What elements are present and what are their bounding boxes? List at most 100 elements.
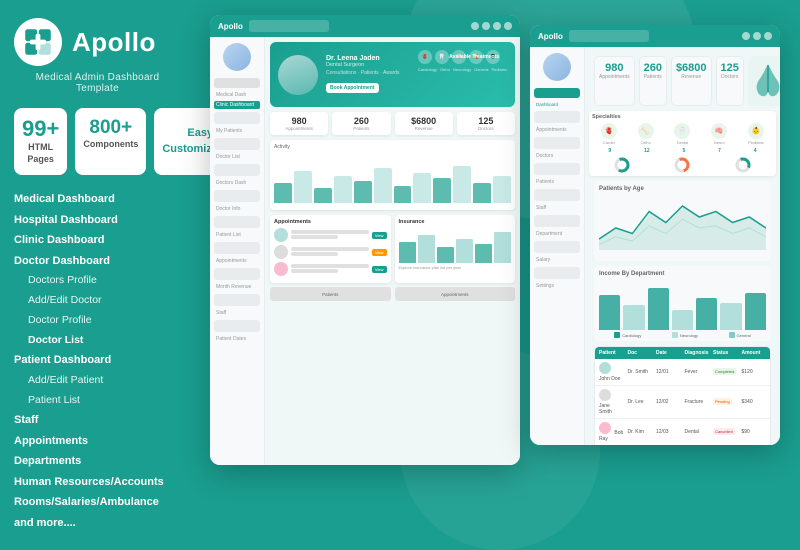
sec-nav-1[interactable] [534,88,580,98]
apt-lines-3 [291,264,369,274]
mini-search-bar[interactable] [249,20,329,32]
cell-doc-3: Dr. Kim [628,429,653,435]
cell-diag-2: Fracture [685,399,710,405]
nav-item-appointments[interactable]: Appointments [14,431,181,452]
header-icon-3 [493,22,501,30]
spec-dental-label: Dental [674,140,690,145]
sec-nav-7[interactable] [534,241,580,253]
apt-btn-1[interactable]: View [372,232,387,239]
sec-stat-2-lbl: Patients [644,74,662,80]
nav-item-add-patient[interactable]: Add/Edit Patient [14,371,181,391]
mini-header-icons [471,22,512,30]
legend-1: Cardiology [614,332,641,338]
mini-nav-text-9: Staff [214,309,260,317]
bar-9 [433,178,451,203]
nav-item-patient-list[interactable]: Patient List [14,391,181,411]
insurance-title: Insurance [399,219,512,225]
stats-row: 99+ HTML Pages 800+ Components Easy Cust… [14,108,181,175]
mini-body: Medical Dash Clinic Dashboard My Patient… [210,37,520,465]
sec-stat-4-lbl: Doctors [721,74,739,80]
stat-patients-num: 260 [335,116,387,126]
apt-btn-2[interactable]: View [372,249,387,256]
mini-nav-2[interactable] [214,112,260,124]
nav-item-doctor-profile[interactable]: Doctor Profile [14,311,181,331]
sec-nav-2[interactable] [534,111,580,123]
nav-item-hr[interactable]: Human Resources/Accounts [14,472,181,493]
mini-nav-1[interactable] [214,78,260,88]
secondary-stats: 980 Appointments 260 Patients $6800 Reve… [589,51,776,111]
spec-cardiology-label: Cardio [601,140,617,145]
book-appointment-btn[interactable]: Book Appointment [326,83,379,93]
nav-item-doctors-profile[interactable]: Doctors Profile [14,271,181,291]
mini-nav-7[interactable] [214,242,260,254]
mini-nav-8[interactable] [214,268,260,280]
secondary-search[interactable] [569,30,649,42]
patients-pagination[interactable]: Patients [270,287,391,301]
mini-nav-4[interactable] [214,164,260,176]
spec-num-5: 4 [754,148,757,154]
logo-area: Apollo [14,18,181,66]
sec-stat-3-lbl: Revenue [676,74,707,80]
spec-numbers: 9 12 5 7 4 [592,148,773,154]
ins-bar-1 [399,242,416,263]
age-chart-title: Patients by Age [599,186,766,192]
legend-label-3: General [737,333,751,338]
nav-item-patient-dash[interactable]: Patient Dashboard [14,350,181,371]
components-stat: 800+ Components [75,108,146,175]
mini-nav-text-3: Doctor List [214,153,260,161]
nav-item-clinic[interactable]: Clinic Dashboard [14,230,181,251]
apt-btn-3[interactable]: View [372,266,387,273]
mini-user-avatar [223,43,251,71]
nav-item-doctor-list[interactable]: Doctor List [14,331,181,351]
bar-11 [473,183,491,203]
sec-nav-3[interactable] [534,137,580,149]
nav-item-staff[interactable]: Staff [14,410,181,431]
spec-neuro-label: Neuro [711,140,727,145]
mini-nav-9[interactable] [214,294,260,306]
sec-nav-text-8: Settings [534,282,580,290]
sec-nav-text-5: Staff [534,204,580,212]
table-row-1: John Doe Dr. Smith 12/01 Fever Completed… [595,359,770,386]
sec-nav-4[interactable] [534,163,580,175]
insurance-note: Explore insurance plan list per year [399,265,512,270]
bar-chart [274,153,511,203]
sec-stat-2: 260 Patients [639,56,667,106]
bottom-row: Appointments View [270,215,515,283]
legend-label-2: Neurology [680,333,698,338]
nav-item-add-doctor[interactable]: Add/Edit Doctor [14,291,181,311]
nav-item-departments[interactable]: Departments [14,451,181,472]
inc-bar-7 [745,293,766,331]
nav-item-more[interactable]: and more.... [14,513,181,534]
secondary-avatar [543,53,571,81]
mini-nav-6[interactable] [214,216,260,228]
income-bars [599,280,766,330]
sec-icon-1 [742,32,750,40]
col-diagnosis: Diagnosis [685,350,710,356]
inc-bar-4 [672,310,693,330]
mini-main-content: Dr. Leena Jaden Dental Surgeon Consultat… [265,37,520,465]
apt-line-3a [291,264,369,268]
nav-item-medical[interactable]: Medical Dashboard [14,189,181,210]
spec-cardiology: 🫀 Cardio [601,123,617,145]
nav-item-rooms[interactable]: Rooms/Salaries/Ambulance [14,492,181,513]
mini-nav-active[interactable]: Clinic Dashboard [214,101,260,109]
nav-item-doctor-dash[interactable]: Doctor Dashboard [14,251,181,272]
sec-nav-8[interactable] [534,267,580,279]
treatment-label-4: General [474,67,488,72]
left-section: Apollo Medical Admin Dashboard Template … [0,0,195,500]
appointments-pagination[interactable]: Appointments [395,287,516,301]
spec-cardiology-icon: 🫀 [601,123,617,139]
sec-stat-3-num: $6800 [676,62,707,74]
sec-nav-6[interactable] [534,215,580,227]
apt-item-1: View [274,228,387,242]
apt-item-3: View [274,262,387,276]
age-line-svg [599,195,766,250]
spec-num-1: 9 [608,148,611,154]
mini-nav-10[interactable] [214,320,260,332]
mini-nav-text-2: My Patients [214,127,260,135]
sec-nav-5[interactable] [534,189,580,201]
header-icon-1 [471,22,479,30]
nav-item-hospital[interactable]: Hospital Dashboard [14,210,181,231]
mini-nav-5[interactable] [214,190,260,202]
mini-nav-3[interactable] [214,138,260,150]
